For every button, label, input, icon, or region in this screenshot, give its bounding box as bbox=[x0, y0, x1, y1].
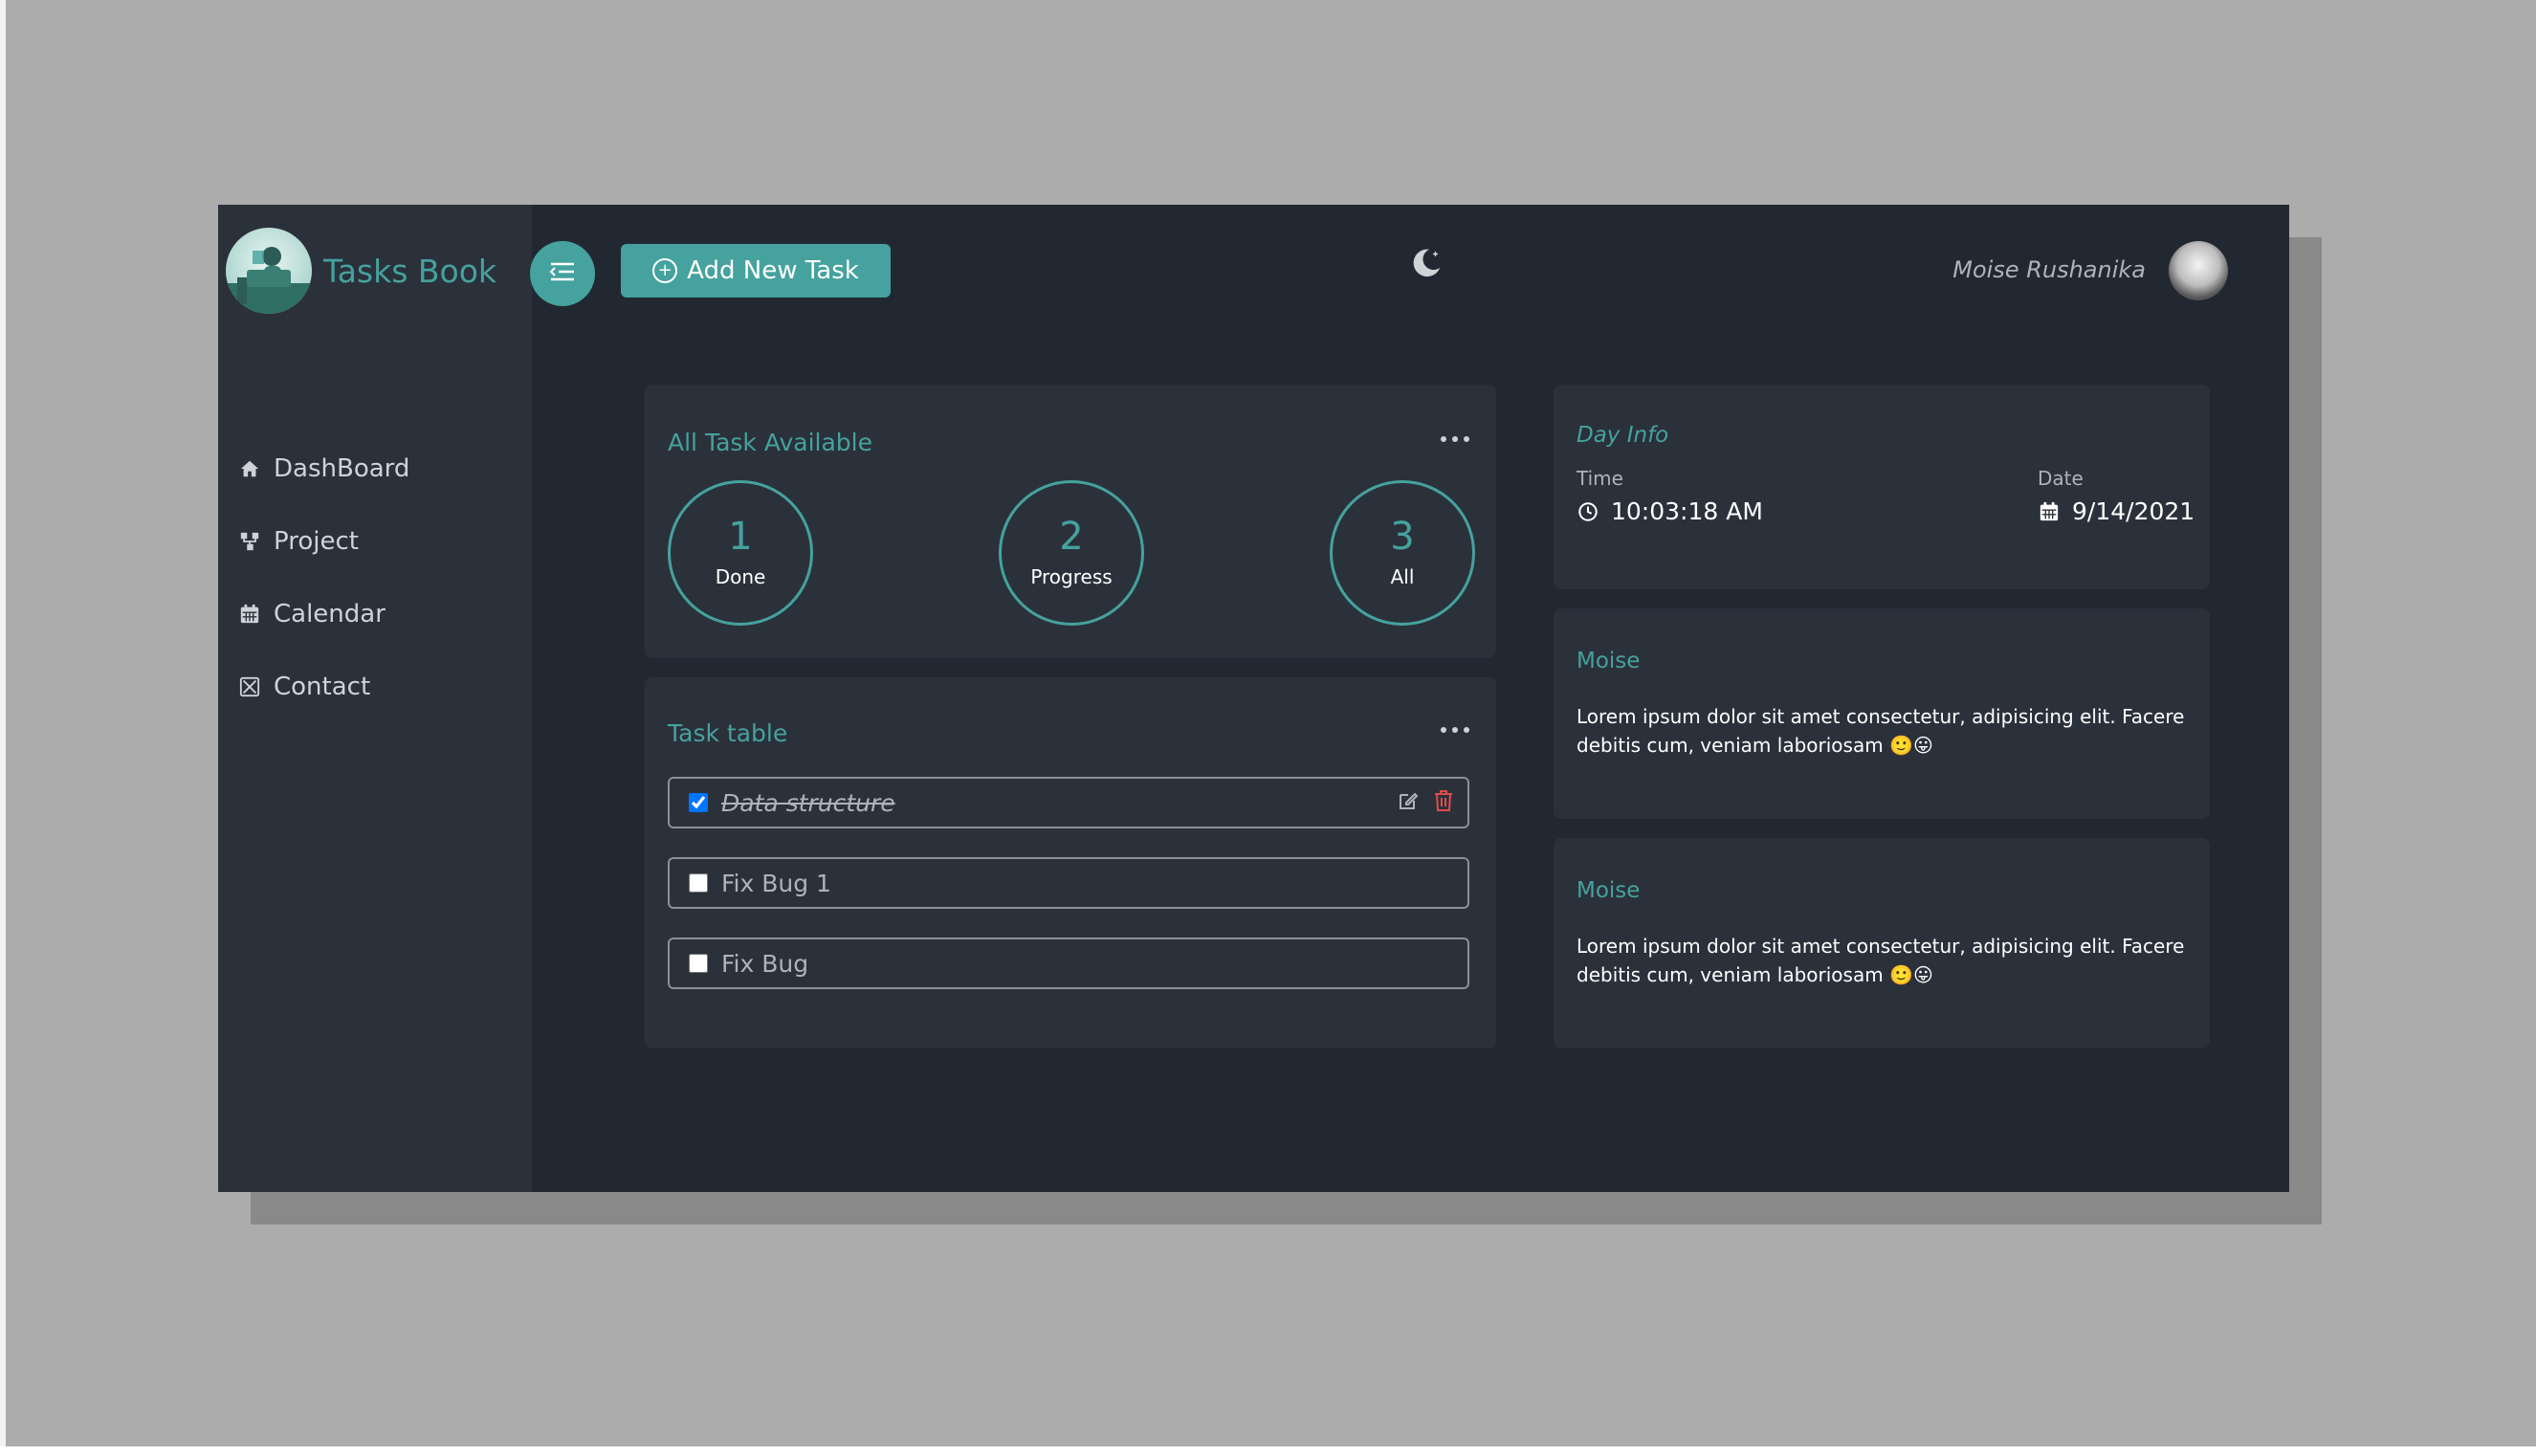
theme-toggle-button[interactable] bbox=[1408, 245, 1446, 283]
stat-all: 3 All bbox=[1330, 480, 1475, 626]
contact-icon bbox=[237, 674, 262, 699]
task-summary-title: All Task Available bbox=[668, 429, 873, 456]
task-table-card: Task table Data structure Fix Bug 1 Fix … bbox=[645, 677, 1496, 1048]
sidebar-nav: DashBoard Project Calendar Contact bbox=[237, 432, 409, 723]
app-window: Tasks Book DashBoard Project Calendar Co… bbox=[218, 205, 2289, 1192]
stat-all-label: All bbox=[1390, 565, 1415, 588]
stat-progress-label: Progress bbox=[1030, 565, 1113, 588]
moon-icon bbox=[1408, 249, 1444, 285]
user-name: Moise Rushanika bbox=[1952, 256, 2146, 283]
edit-icon[interactable] bbox=[1397, 789, 1420, 816]
time-label: Time bbox=[1577, 467, 1623, 490]
menu-collapse-icon bbox=[549, 261, 576, 286]
brand-logo bbox=[226, 228, 312, 314]
task-label: Fix Bug bbox=[721, 949, 809, 978]
page-edge-bottom bbox=[0, 1446, 2536, 1456]
time-value: 10:03:18 AM bbox=[1611, 497, 1763, 525]
sidebar-item-label: Calendar bbox=[274, 600, 386, 629]
task-row: Fix Bug bbox=[668, 938, 1469, 989]
note-title: Moise bbox=[1577, 878, 1641, 903]
brand[interactable]: Tasks Book bbox=[226, 228, 496, 314]
add-new-task-button[interactable]: + Add New Task bbox=[621, 244, 891, 298]
day-info-card: Day Info Time 10:03:18 AM Date 9/14/2021 bbox=[1554, 385, 2210, 589]
home-icon bbox=[237, 456, 262, 481]
sidebar-item-calendar[interactable]: Calendar bbox=[237, 578, 409, 651]
note-text: Lorem ipsum dolor sit amet consectetur, … bbox=[1577, 705, 2185, 757]
avatar[interactable] bbox=[2169, 241, 2228, 300]
stat-done: 1 Done bbox=[668, 480, 813, 626]
project-icon bbox=[237, 529, 262, 554]
app-title: Tasks Book bbox=[323, 252, 497, 290]
note-text: Lorem ipsum dolor sit amet consectetur, … bbox=[1577, 935, 2185, 986]
task-label: Data structure bbox=[721, 788, 895, 817]
task-row: Data structure bbox=[668, 777, 1469, 828]
date-value-row: 9/14/2021 bbox=[2038, 497, 2194, 525]
sidebar-item-label: Contact bbox=[274, 673, 371, 701]
note-title: Moise bbox=[1577, 649, 1641, 673]
task-row: Fix Bug 1 bbox=[668, 857, 1469, 909]
summary-more-icon[interactable] bbox=[1441, 436, 1469, 442]
task-checkbox[interactable] bbox=[689, 873, 708, 893]
task-summary-card: All Task Available 1 Done 2 Progress 3 A… bbox=[645, 385, 1496, 658]
plus-circle-icon: + bbox=[652, 258, 678, 283]
calendar-icon bbox=[237, 602, 262, 627]
trash-icon[interactable] bbox=[1433, 789, 1454, 816]
sidebar: Tasks Book DashBoard Project Calendar Co… bbox=[218, 205, 532, 1192]
stat-progress: 2 Progress bbox=[999, 480, 1144, 626]
calendar-icon bbox=[2038, 500, 2061, 523]
note-card: Moise Lorem ipsum dolor sit amet consect… bbox=[1554, 838, 2210, 1048]
page-edge-left bbox=[0, 0, 6, 1446]
task-table-more-icon[interactable] bbox=[1441, 727, 1469, 733]
task-checkbox[interactable] bbox=[689, 954, 708, 973]
sidebar-item-label: Project bbox=[274, 527, 359, 556]
sidebar-item-project[interactable]: Project bbox=[237, 505, 409, 578]
stat-done-label: Done bbox=[715, 565, 766, 588]
clock-icon bbox=[1577, 500, 1599, 523]
task-table-title: Task table bbox=[668, 719, 788, 747]
note-card: Moise Lorem ipsum dolor sit amet consect… bbox=[1554, 608, 2210, 819]
date-value: 9/14/2021 bbox=[2072, 497, 2195, 525]
task-checkbox[interactable] bbox=[689, 793, 708, 812]
stat-done-value: 1 bbox=[728, 515, 753, 559]
time-value-row: 10:03:18 AM bbox=[1577, 497, 1763, 525]
sidebar-item-label: DashBoard bbox=[274, 454, 410, 483]
date-label: Date bbox=[2038, 467, 2084, 490]
task-label: Fix Bug 1 bbox=[721, 869, 831, 897]
day-info-title: Day Info bbox=[1577, 423, 1669, 448]
stat-all-value: 3 bbox=[1390, 515, 1415, 559]
stat-progress-value: 2 bbox=[1059, 515, 1084, 559]
sidebar-toggle-button[interactable] bbox=[530, 241, 595, 306]
add-new-task-label: Add New Task bbox=[687, 256, 859, 285]
sidebar-item-contact[interactable]: Contact bbox=[237, 651, 409, 723]
sidebar-item-dashboard[interactable]: DashBoard bbox=[237, 432, 409, 505]
